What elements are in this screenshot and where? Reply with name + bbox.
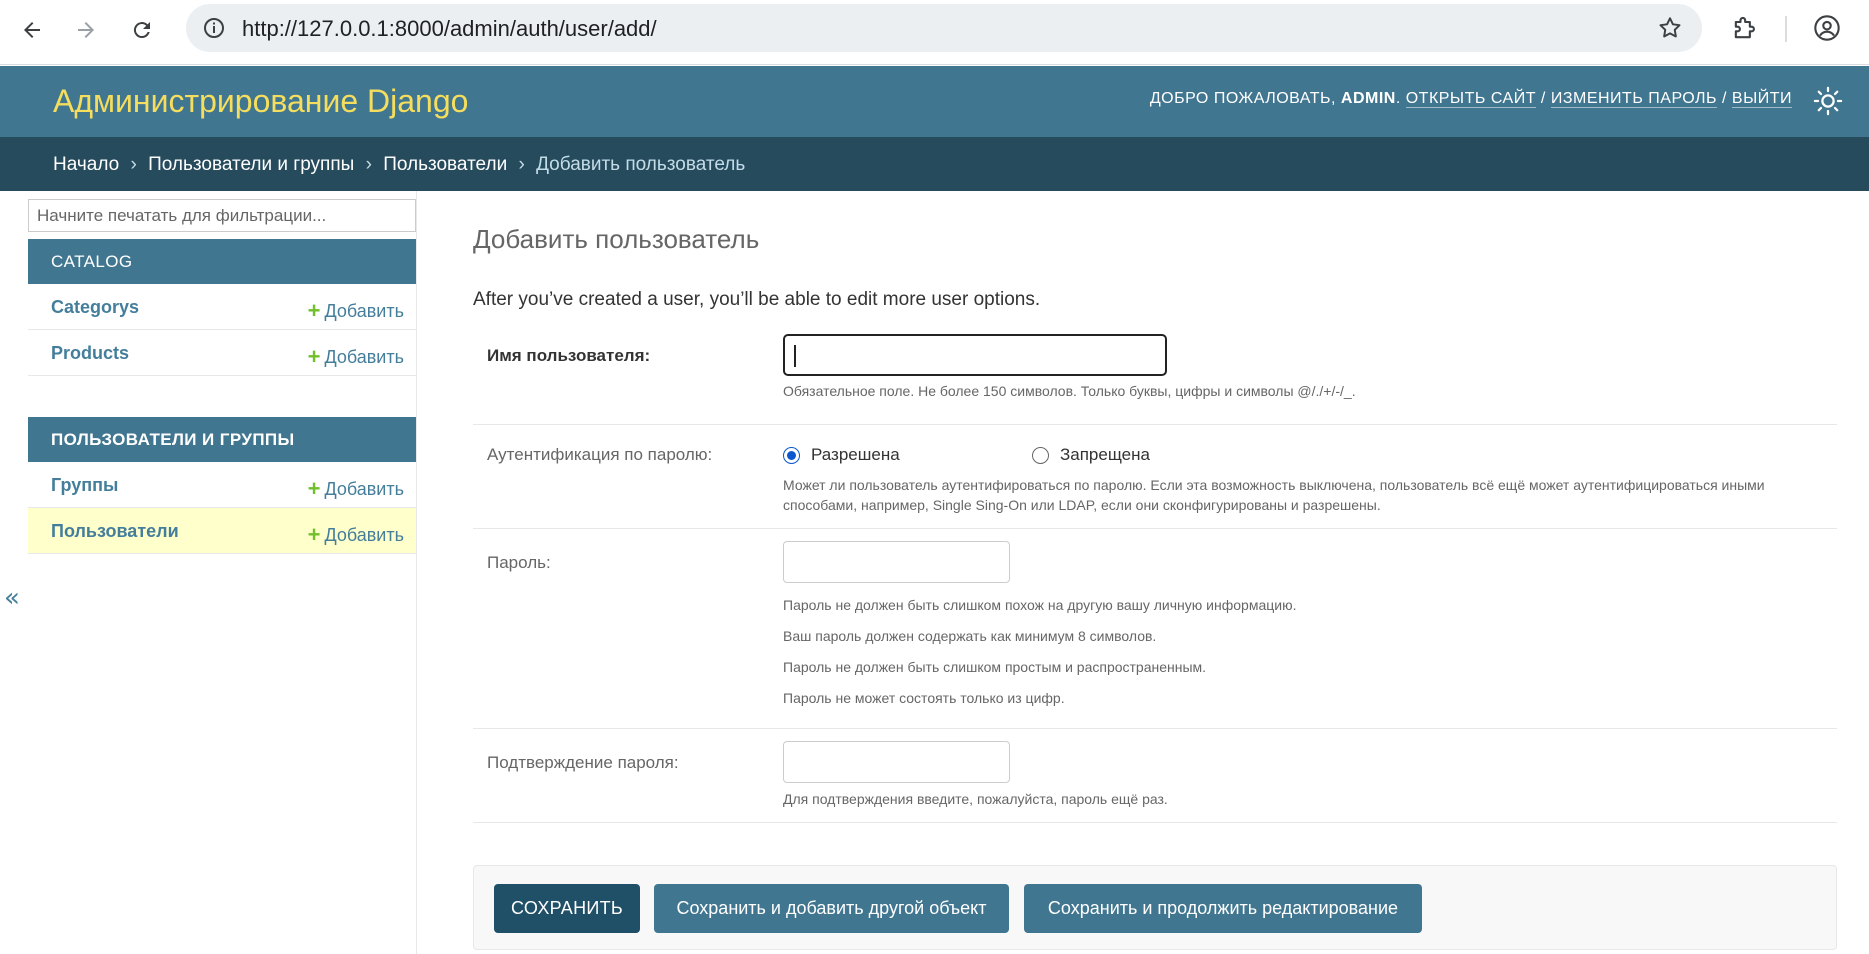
radio-enabled-label: Разрешена xyxy=(811,445,900,464)
username-help: Обязательное поле. Не более 150 символов… xyxy=(783,383,1356,399)
app-module-catalog: CATALOG Categorys + Добавить Products + До… xyxy=(28,239,416,376)
save-button[interactable]: СОХРАНИТЬ xyxy=(494,884,640,933)
nav-sidebar: Начните печатать для фильтрации... CATAL… xyxy=(0,191,417,954)
breadcrumb-separator: › xyxy=(130,154,137,175)
add-products-link[interactable]: + Добавить xyxy=(308,343,404,369)
sidebar-item-groups: Группы + Добавить xyxy=(28,462,416,508)
radio-disabled[interactable]: Запрещена xyxy=(1032,445,1150,465)
password-input[interactable] xyxy=(783,541,1010,583)
user-tools-separator: / xyxy=(1540,90,1546,107)
password-auth-help: Может ли пользователь аутентифироваться … xyxy=(783,477,1765,513)
breadcrumb-separator: › xyxy=(518,154,525,175)
add-groups-link[interactable]: + Добавить xyxy=(308,475,404,501)
site-info-icon[interactable] xyxy=(200,14,228,42)
sidebar-collapse-toggle[interactable]: « xyxy=(4,583,20,613)
form-row-password-confirm: Подтверждение пароля: Для подтверждения … xyxy=(473,729,1837,823)
plus-icon: + xyxy=(307,344,321,369)
radio-enabled[interactable]: Разрешена xyxy=(783,445,900,465)
add-users-link[interactable]: + Добавить xyxy=(308,521,404,547)
radio-checked-icon[interactable] xyxy=(783,446,800,464)
logout-link[interactable]: ВЫЙТИ xyxy=(1731,90,1792,108)
model-link-categorys[interactable]: Categorys xyxy=(51,297,139,318)
text-caret xyxy=(794,345,796,367)
page-title: Добавить пользователь xyxy=(473,224,760,254)
password-label: Пароль: xyxy=(487,553,551,572)
plus-icon: + xyxy=(307,522,321,547)
form-row-password: Пароль: Пароль не должен быть слишком по… xyxy=(473,529,1837,729)
app-module-auth: ПОЛЬЗОВАТЕЛИ И ГРУППЫ Группы + Добавить П… xyxy=(28,417,416,554)
breadcrumb-users[interactable]: Пользователи xyxy=(383,154,507,175)
site-branding[interactable]: Администрирование Django xyxy=(53,83,468,120)
module-caption-catalog[interactable]: CATALOG xyxy=(28,239,416,284)
extensions-button[interactable] xyxy=(1727,12,1761,46)
breadcrumb-separator: › xyxy=(365,154,372,175)
username-input[interactable] xyxy=(783,334,1167,376)
account-icon xyxy=(1814,15,1840,41)
password-confirm-input[interactable] xyxy=(783,741,1010,783)
radio-disabled-label: Запрещена xyxy=(1060,445,1150,464)
password-help-1: Пароль не должен быть слишком похож на д… xyxy=(783,597,1297,613)
plus-icon: + xyxy=(307,298,321,323)
radio-unchecked-icon[interactable] xyxy=(1032,446,1049,464)
theme-toggle-button[interactable] xyxy=(1811,84,1845,118)
add-label: Добавить xyxy=(324,479,404,499)
main-content: Добавить пользователь After you’ve creat… xyxy=(473,191,1837,954)
add-categorys-link[interactable]: + Добавить xyxy=(308,297,404,323)
view-site-link[interactable]: ОТКРЫТЬ САЙТ xyxy=(1405,90,1536,108)
admin-header: Администрирование Django ДОБРО ПОЖАЛОВАТ… xyxy=(0,66,1869,137)
reload-button[interactable] xyxy=(124,12,160,48)
sun-icon xyxy=(1813,86,1843,116)
sidebar-filter-input[interactable]: Начните печатать для фильтрации... xyxy=(28,199,416,232)
password-confirm-label: Подтверждение пароля: xyxy=(487,753,679,772)
save-and-continue-button[interactable]: Сохранить и продолжить редактирование xyxy=(1024,884,1422,933)
add-label: Добавить xyxy=(324,301,404,321)
browser-toolbar: http://127.0.0.1:8000/admin/auth/user/ad… xyxy=(0,0,1869,65)
url-text: http://127.0.0.1:8000/admin/auth/user/ad… xyxy=(242,16,657,41)
user-tools: ДОБРО ПОЖАЛОВАТЬ, ADMIN. ОТКРЫТЬ САЙТ / … xyxy=(1149,90,1792,108)
submit-row: СОХРАНИТЬ Сохранить и добавить другой об… xyxy=(473,865,1837,950)
toolbar-divider xyxy=(1785,16,1787,42)
form-row-username: Имя пользователя: Обязательное поле. Не … xyxy=(473,334,1837,425)
address-bar[interactable]: http://127.0.0.1:8000/admin/auth/user/ad… xyxy=(186,4,1702,52)
model-link-users[interactable]: Пользователи xyxy=(51,521,179,542)
breadcrumb-home[interactable]: Начало xyxy=(53,154,119,175)
add-label: Добавить xyxy=(324,347,404,367)
username: ADMIN xyxy=(1340,90,1396,107)
breadcrumb-current: Добавить пользователь xyxy=(536,154,746,175)
welcome-text: ДОБРО ПОЖАЛОВАТЬ, xyxy=(1149,90,1336,107)
sidebar-item-categorys: Categorys + Добавить xyxy=(28,284,416,330)
profile-button[interactable] xyxy=(1809,10,1845,46)
arrow-right-icon xyxy=(78,22,94,38)
password-help-2: Ваш пароль должен содержать как минимум … xyxy=(783,628,1157,644)
forward-button[interactable] xyxy=(68,12,104,48)
intro-text: After you’ve created a user, you’ll be a… xyxy=(473,289,1041,310)
password-auth-label: Аутентификация по паролю: xyxy=(487,445,713,464)
back-button[interactable] xyxy=(14,12,50,48)
breadcrumb: Начало › Пользователи и группы › Пользов… xyxy=(0,137,1869,191)
puzzle-icon xyxy=(1734,16,1755,39)
module-caption-auth[interactable]: ПОЛЬЗОВАТЕЛИ И ГРУППЫ xyxy=(28,417,416,462)
save-and-add-another-button[interactable]: Сохранить и добавить другой объект xyxy=(654,884,1009,933)
change-password-link[interactable]: ИЗМЕНИТЬ ПАРОЛЬ xyxy=(1550,90,1718,108)
plus-icon: + xyxy=(307,476,321,501)
sidebar-item-products: Products + Добавить xyxy=(28,330,416,376)
password-help-3: Пароль не должен быть слишком простым и … xyxy=(783,659,1207,675)
user-tools-separator: / xyxy=(1721,90,1727,107)
breadcrumb-auth[interactable]: Пользователи и группы xyxy=(148,154,354,175)
model-link-products[interactable]: Products xyxy=(51,343,129,364)
sidebar-item-users: Пользователи + Добавить xyxy=(28,508,416,554)
bookmark-star-icon[interactable] xyxy=(1656,14,1684,42)
password-help-4: Пароль не может состоять только из цифр. xyxy=(783,690,1065,706)
username-label: Имя пользователя: xyxy=(487,346,651,365)
password-confirm-help: Для подтверждения введите, пожалуйста, п… xyxy=(783,791,1168,807)
form-row-password-auth: Аутентификация по паролю: Разрешена Запр… xyxy=(473,425,1837,529)
add-label: Добавить xyxy=(324,525,404,545)
arrow-left-icon xyxy=(24,22,40,38)
model-link-groups[interactable]: Группы xyxy=(51,475,118,496)
reload-icon xyxy=(133,22,150,39)
